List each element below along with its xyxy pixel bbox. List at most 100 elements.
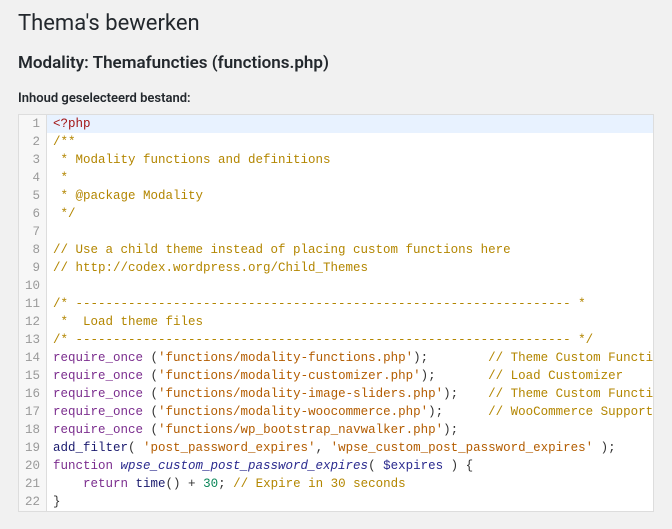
line-number: 2: [19, 133, 47, 151]
code-token: function: [53, 459, 121, 473]
line-number: 11: [19, 295, 47, 313]
code-token: /* -------------------------------------…: [53, 333, 593, 347]
code-line[interactable]: 2 /**: [19, 133, 653, 151]
code-token: (: [151, 423, 159, 437]
code-line[interactable]: 19add_filter( 'post_password_expires', '…: [19, 439, 653, 457]
line-content[interactable]: /**: [47, 133, 653, 151]
line-content[interactable]: require_once ('functions/modality-image-…: [47, 385, 653, 403]
line-content[interactable]: /* -------------------------------------…: [47, 331, 653, 349]
code-line[interactable]: 17require_once ('functions/modality-wooc…: [19, 403, 653, 421]
code-line[interactable]: 4 *: [19, 169, 653, 187]
code-line[interactable]: 3 * Modality functions and definitions: [19, 151, 653, 169]
line-number: 18: [19, 421, 47, 439]
line-content[interactable]: *: [47, 169, 653, 187]
code-token: wpse_custom_post_password_expires: [121, 459, 369, 473]
code-line[interactable]: 11/* -----------------------------------…: [19, 295, 653, 313]
code-token: () +: [166, 477, 204, 491]
line-content[interactable]: require_once ('functions/modality-custom…: [47, 367, 653, 385]
page-title: Thema's bewerken: [18, 10, 654, 39]
code-token: require_once: [53, 387, 151, 401]
code-line[interactable]: 5 * @package Modality: [19, 187, 653, 205]
code-token: );: [593, 441, 616, 455]
line-number: 10: [19, 277, 47, 295]
code-token: require_once: [53, 369, 151, 383]
code-token: time: [136, 477, 166, 491]
code-token: require_once: [53, 423, 151, 437]
code-line[interactable]: 10: [19, 277, 653, 295]
code-token: 'functions/wp_bootstrap_navwalker.php': [158, 423, 443, 437]
line-number: 19: [19, 439, 47, 457]
code-token: (: [128, 441, 143, 455]
code-line[interactable]: 7: [19, 223, 653, 241]
code-token: /**: [53, 135, 76, 149]
line-number: 1: [19, 115, 47, 133]
line-content[interactable]: /* -------------------------------------…: [47, 295, 653, 313]
code-token: (: [368, 459, 383, 473]
code-token: // Expire in 30 seconds: [233, 477, 406, 491]
code-token: );: [428, 405, 488, 419]
code-token: // Use a child theme instead of placing …: [53, 243, 511, 257]
line-content[interactable]: function wpse_custom_post_password_expir…: [47, 457, 653, 475]
code-line[interactable]: 1<?php: [19, 115, 653, 133]
line-content[interactable]: }: [47, 493, 653, 511]
code-token: require_once: [53, 405, 151, 419]
line-content[interactable]: require_once ('functions/modality-woocom…: [47, 403, 653, 421]
code-token: );: [413, 351, 488, 365]
line-number: 17: [19, 403, 47, 421]
line-content[interactable]: add_filter( 'post_password_expires', 'wp…: [47, 439, 653, 457]
code-token: */: [53, 207, 76, 221]
sub-title: Modality: Themafuncties (functions.php): [18, 53, 654, 73]
code-token: ) {: [443, 459, 473, 473]
code-token: // Load Customizer: [488, 369, 623, 383]
line-content[interactable]: // Use a child theme instead of placing …: [47, 241, 653, 259]
line-number: 7: [19, 223, 47, 241]
line-content[interactable]: * Load theme files: [47, 313, 653, 331]
code-token: // http://codex.wordpress.org/Child_Them…: [53, 261, 368, 275]
line-content[interactable]: * Modality functions and definitions: [47, 151, 653, 169]
code-line[interactable]: 6 */: [19, 205, 653, 223]
code-line[interactable]: 12 * Load theme files: [19, 313, 653, 331]
code-line[interactable]: 8// Use a child theme instead of placing…: [19, 241, 653, 259]
code-token: $expires: [383, 459, 443, 473]
code-token: 'functions/modality-functions.php': [158, 351, 413, 365]
code-editor[interactable]: 1<?php2 /** 3 * Modality functions and def…: [18, 114, 654, 512]
code-line[interactable]: 18require_once ('functions/wp_bootstrap_…: [19, 421, 653, 439]
code-token: // Theme Custom Functions: [488, 387, 653, 401]
code-token: );: [443, 423, 458, 437]
code-token: [53, 477, 83, 491]
line-number: 20: [19, 457, 47, 475]
line-content[interactable]: return time() + 30; // Expire in 30 seco…: [47, 475, 653, 493]
code-line[interactable]: 20function wpse_custom_post_password_exp…: [19, 457, 653, 475]
code-line[interactable]: 13/* -----------------------------------…: [19, 331, 653, 349]
code-token: * Modality functions and definitions: [53, 153, 331, 167]
code-token: 'post_password_expires': [143, 441, 316, 455]
line-number: 21: [19, 475, 47, 493]
code-token: 'functions/modality-woocommerce.php': [158, 405, 428, 419]
code-token: (: [151, 369, 159, 383]
line-content[interactable]: require_once ('functions/wp_bootstrap_na…: [47, 421, 653, 439]
code-token: ,: [316, 441, 331, 455]
line-number: 16: [19, 385, 47, 403]
line-content[interactable]: // http://codex.wordpress.org/Child_Them…: [47, 259, 653, 277]
code-token: (: [151, 405, 159, 419]
code-token: 'wpse_custom_post_password_expires': [331, 441, 594, 455]
line-content[interactable]: require_once ('functions/modality-functi…: [47, 349, 653, 367]
code-line[interactable]: 16require_once ('functions/modality-imag…: [19, 385, 653, 403]
code-line[interactable]: 22}: [19, 493, 653, 511]
code-token: (: [151, 387, 159, 401]
code-line[interactable]: 21 return time() + 30; // Expire in 30 s…: [19, 475, 653, 493]
line-content[interactable]: <?php: [47, 115, 653, 133]
code-token: );: [421, 369, 489, 383]
line-content[interactable]: */: [47, 205, 653, 223]
line-number: 4: [19, 169, 47, 187]
code-line[interactable]: 15require_once ('functions/modality-cust…: [19, 367, 653, 385]
line-number: 5: [19, 187, 47, 205]
code-token: }: [53, 495, 61, 509]
code-token: (: [151, 351, 159, 365]
line-content[interactable]: * @package Modality: [47, 187, 653, 205]
code-token: );: [443, 387, 488, 401]
line-number: 14: [19, 349, 47, 367]
line-number: 22: [19, 493, 47, 511]
code-line[interactable]: 9// http://codex.wordpress.org/Child_The…: [19, 259, 653, 277]
code-line[interactable]: 14require_once ('functions/modality-func…: [19, 349, 653, 367]
